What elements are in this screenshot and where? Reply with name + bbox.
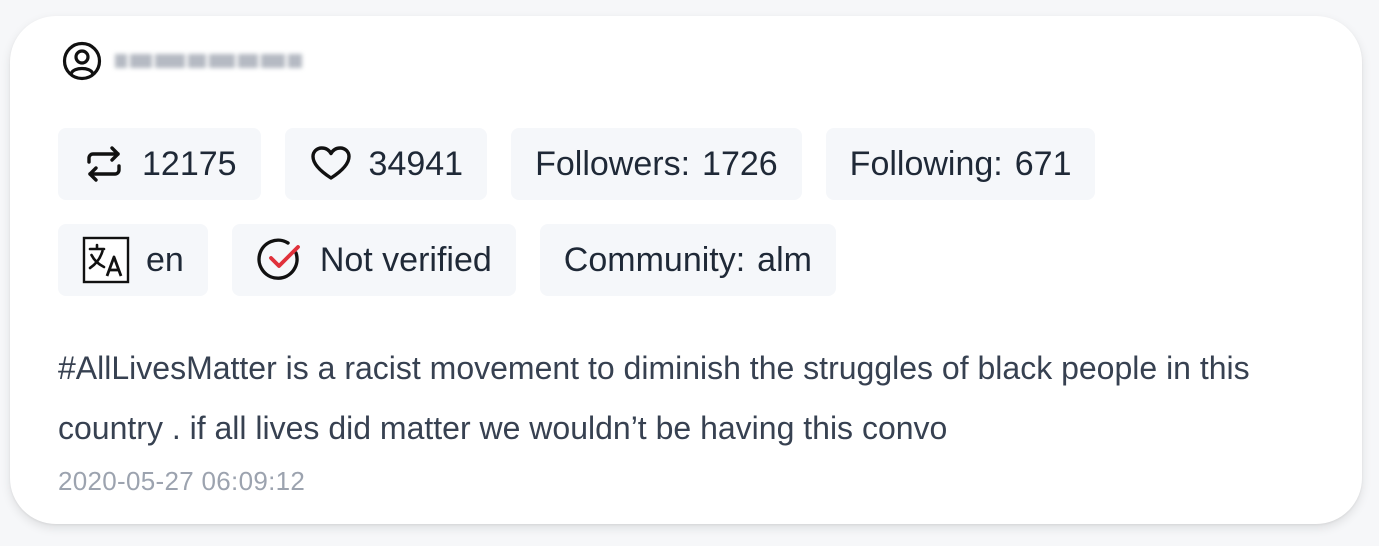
user-row (61, 41, 311, 81)
language-value: en (146, 240, 184, 279)
heart-icon (309, 142, 353, 186)
tweet-text: #AllLivesMatter is a racist movement to … (58, 350, 1250, 446)
retweet-count: 12175 (142, 144, 237, 183)
retweet-count-chip: 12175 (58, 128, 261, 200)
followers-chip: Followers: 1726 (511, 128, 802, 200)
tweet-timestamp: 2020-05-27 06:09:12 (58, 466, 306, 496)
tweet-card: 12175 34941 Followers: 1726 Following: 671 (10, 16, 1362, 524)
community-value: alm (757, 240, 812, 279)
translate-icon (82, 236, 130, 284)
retweet-icon (82, 142, 126, 186)
like-count: 34941 (368, 144, 464, 183)
community-label: Community: (563, 240, 746, 279)
followers-count: 1726 (702, 144, 778, 183)
community-chip: Community: alm (539, 224, 836, 296)
stats-row: 12175 34941 Followers: 1726 Following: 671 (58, 128, 1119, 200)
like-count-chip: 34941 (284, 128, 488, 200)
language-chip: en (58, 224, 208, 296)
verification-chip: Not verified (231, 224, 516, 296)
username-redacted (115, 41, 311, 81)
check-circle-icon (256, 236, 304, 284)
followers-label: Followers: (535, 144, 691, 183)
verification-status: Not verified (319, 240, 492, 279)
meta-row: en Not verified Community: alm (58, 224, 860, 296)
user-circle-icon (61, 40, 103, 82)
following-count: 671 (1014, 144, 1072, 183)
following-label: Following: (849, 144, 1003, 183)
following-chip: Following: 671 (825, 128, 1096, 200)
